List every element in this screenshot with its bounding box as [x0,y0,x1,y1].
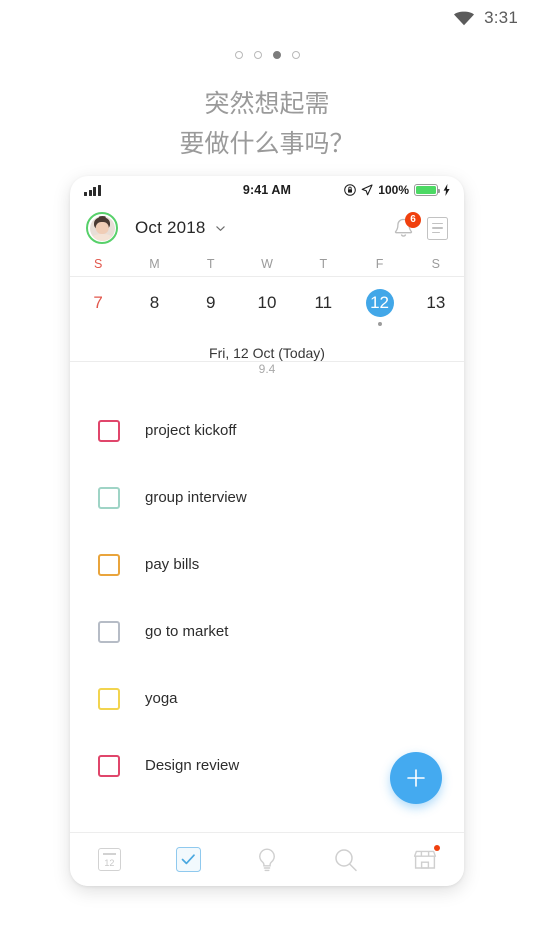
tab-search[interactable] [306,833,385,886]
task-checkbox[interactable] [98,620,120,643]
date-event-dot [377,321,382,326]
date-number: 11 [314,292,333,312]
chevron-down-icon[interactable] [215,223,226,234]
date-number: 10 [257,292,277,312]
task-label: project kickoff [145,422,237,439]
task-label: pay bills [145,556,200,573]
store-badge-dot [433,845,440,851]
avatar[interactable] [86,212,118,244]
tab-store[interactable] [385,833,464,886]
battery-icon [414,184,440,196]
weekday-label-5: F [375,257,384,271]
date-event-dot [265,322,269,326]
task-checkbox[interactable] [98,754,120,777]
calendar-icon-label: 12 [104,858,115,868]
date-cell-7[interactable]: 7 [70,289,126,326]
task-row[interactable]: group interview [70,464,464,531]
tab-tasks[interactable] [149,833,228,886]
weekday-label-6: S [431,257,440,271]
date-number: 8 [149,292,160,312]
task-checkbox[interactable] [98,553,120,576]
date-cell-9[interactable]: 9 [183,289,239,326]
ios-clock: 9:41 AM [242,183,292,197]
carousel-dot-3[interactable] [291,51,300,59]
weekday-header: SMTWTFS [70,252,464,277]
ios-status-bar: 9:41 AM 100% [70,176,464,204]
task-row[interactable]: yoga [70,665,464,732]
today-sublabel: 9.4 [248,361,286,376]
tab-calendar[interactable]: 12 [70,833,149,886]
store-icon [413,850,436,869]
weekday-label-3: W [261,257,273,271]
task-label: yoga [145,690,178,707]
carousel-dots[interactable] [0,51,534,59]
date-number: 12 [365,288,394,317]
weekday-label-0: S [93,257,103,271]
date-number: 7 [93,292,103,312]
notification-button[interactable]: 6 [393,211,421,240]
date-cell-12[interactable]: 12 [351,288,407,326]
bottom-nav: 12 [70,832,464,886]
date-number: 13 [426,292,446,312]
today-header: Fri, 12 Oct (Today) 9.4 [70,333,464,381]
date-cell-10[interactable]: 10 [239,289,295,326]
notification-badge: 6 [405,211,421,228]
lightbulb-icon [259,847,275,871]
task-row[interactable]: pay bills [70,531,464,598]
headline-line-2: 要做什么事吗？ [179,130,355,158]
date-event-dot [321,322,325,326]
task-row[interactable]: go to market [70,598,464,665]
task-label: go to market [145,623,229,640]
week-dates-row[interactable]: 7 8 9 10 11 12 13 [70,277,464,333]
date-cell-8[interactable]: 8 [126,289,182,326]
date-number: 9 [205,292,216,312]
calendar-icon: 12 [97,848,121,871]
task-label: group interview [145,489,247,506]
search-icon [335,848,357,871]
os-status-bar: 3:31 [0,0,534,36]
task-row[interactable]: project kickoff [70,397,464,464]
os-clock: 3:31 [484,8,518,27]
tab-ideas[interactable] [228,833,307,886]
task-checkbox[interactable] [98,419,120,442]
date-event-dot [96,322,100,326]
weekday-label-1: M [149,257,160,271]
phone-mockup: 9:41 AM 100% Oct 2018 6 S M T W T F S 7 … [70,176,464,886]
headline-line-1: 突然想起需 [204,90,330,118]
plus-icon [407,769,425,787]
task-checkbox[interactable] [98,486,120,509]
task-label: Design review [145,757,240,774]
weekday-label-2: T [206,257,215,271]
add-task-button[interactable] [390,752,442,804]
date-event-dot [434,322,438,326]
app-header: Oct 2018 6 [70,204,464,252]
wifi-icon [454,11,475,26]
carousel-dot-1[interactable] [253,51,262,59]
page-root: 3:31 突然想起需 要做什么事吗？ 9:41 AM 100% Oct 2018… [0,0,534,949]
date-cell-13[interactable]: 13 [408,289,464,326]
document-list-icon[interactable] [427,216,448,240]
carousel-dot-2[interactable] [272,51,281,59]
today-label: Fri, 12 Oct (Today) [195,344,339,361]
carousel-dot-0[interactable] [234,51,243,59]
task-checkbox[interactable] [98,687,120,710]
weekday-label-4: T [319,257,328,271]
page-headline: 突然想起需 要做什么事吗？ [0,84,534,164]
month-label[interactable]: Oct 2018 [135,218,206,238]
date-event-dot [209,322,213,326]
checkbox-check-icon [175,847,201,872]
date-event-dot [152,322,156,326]
date-cell-11[interactable]: 11 [295,289,351,326]
